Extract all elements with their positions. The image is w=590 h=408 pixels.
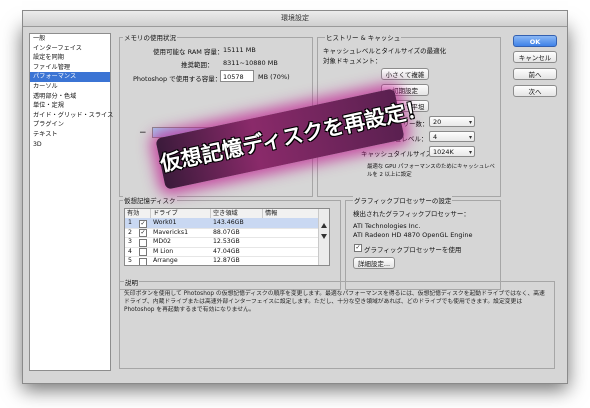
sidebar-item-cursors[interactable]: カーソル [30, 82, 110, 92]
ram-label: 使用可能な RAM 容量： [153, 48, 224, 56]
enable-checkbox[interactable] [139, 248, 147, 256]
column-header-info: 情報 [263, 209, 319, 218]
gpu-settings-title: グラフィックプロセッサーの設定 [353, 195, 453, 205]
drive-name: M Lion [153, 247, 174, 255]
gpu-note-line1: 最適な GPU パフォーマンスのためにキャッシュレベ [367, 164, 495, 170]
sidebar-item-plugins[interactable]: プラグイン [30, 120, 110, 130]
cache-optimize-label: キャッシュレベルとタイルサイズの最適化 [323, 47, 447, 55]
use-amount-input[interactable]: 10578 [220, 70, 254, 82]
cache-levels-value: 4 [433, 133, 438, 141]
chevron-down-icon: ▾ [468, 149, 472, 156]
next-button[interactable]: 次へ [513, 85, 557, 97]
description-title: 説明 [124, 277, 139, 287]
sidebar-item-performance[interactable]: パフォーマンス [30, 72, 110, 82]
chevron-down-icon: ▾ [468, 134, 472, 141]
history-cache-title: ヒストリー & キャッシュ [325, 32, 402, 42]
memory-usage-title: メモリの使用状況 [123, 32, 177, 42]
free-space: 88.07GB [213, 228, 240, 236]
gpu-detected-label: 検出されたグラフィックプロセッサー： [353, 210, 470, 218]
range-value: 8311~10880 MB [223, 59, 278, 67]
slider-minus: − [139, 128, 147, 138]
cancel-button[interactable]: キャンセル [513, 51, 557, 63]
move-up-arrow-icon[interactable] [321, 223, 327, 228]
scratch-disk-table: 有効 ドライブ 空き領域 情報 1 ✓ Work01 143.46GB 2 ✓ … [124, 208, 330, 266]
sidebar-item-type[interactable]: テキスト [30, 130, 110, 140]
description-text: 矢印ボタンを使用して Photoshop の仮想記憶ディスクの順序を変更します。… [124, 291, 545, 313]
cache-tile-size-select[interactable]: 1024K ▾ [429, 146, 475, 157]
row-number: 5 [128, 257, 132, 264]
use-gpu-checkbox[interactable]: ✓ [354, 244, 362, 252]
column-header-free-space: 空き領域 [211, 209, 263, 218]
table-scrollbar[interactable] [318, 209, 329, 265]
drive-name: Work01 [153, 219, 177, 226]
free-space: 12.53GB [213, 238, 240, 245]
enable-checkbox[interactable] [139, 257, 147, 265]
move-down-arrow-icon[interactable] [321, 234, 327, 239]
enable-checkbox[interactable]: ✓ [139, 229, 147, 237]
drive-name: Mavericks1 [153, 228, 189, 236]
sidebar-item-sync[interactable]: 設定を同期 [30, 53, 110, 63]
free-space: 12.87GB [213, 257, 240, 264]
gpu-note-line2: ルを 2 以上に設定 [367, 172, 412, 178]
column-header-enabled: 有効 [125, 209, 151, 218]
use-amount-unit: MB (70%) [258, 73, 290, 81]
scratch-disks-title: 仮想記憶ディスク [123, 195, 177, 205]
chevron-down-icon: ▾ [468, 119, 472, 126]
history-states-select[interactable]: 20 ▾ [429, 116, 475, 127]
sidebar-item-general[interactable]: 一般 [30, 34, 110, 44]
enable-checkbox[interactable] [139, 238, 147, 247]
description-group: 説明 矢印ボタンを使用して Photoshop の仮想記憶ディスクの順序を変更し… [119, 277, 555, 369]
advanced-settings-button[interactable]: 詳細設定... [353, 257, 395, 269]
category-list: 一般 インターフェイス 設定を同期 ファイル管理 パフォーマンス カーソル 透明… [29, 33, 113, 371]
free-space: 47.04GB [213, 247, 240, 255]
use-gpu-label: グラフィックプロセッサーを使用 [364, 246, 462, 254]
preferences-window: 環境設定 一般 インターフェイス 設定を同期 ファイル管理 パフォーマンス カー… [22, 10, 568, 384]
sidebar-item-interface[interactable]: インターフェイス [30, 44, 110, 54]
row-number: 3 [128, 238, 132, 245]
range-label: 推奨範囲： [181, 61, 214, 69]
sidebar-item-3d[interactable]: 3D [30, 140, 110, 150]
free-space: 143.46GB [213, 219, 244, 226]
column-header-drive: ドライブ [151, 209, 211, 218]
drive-name: MD02 [153, 238, 171, 245]
title-bar: 環境設定 [23, 11, 567, 27]
row-number: 1 [128, 219, 132, 226]
enable-checkbox[interactable]: ✓ [139, 219, 147, 228]
row-number: 4 [128, 247, 132, 255]
prev-button[interactable]: 前へ [513, 68, 557, 80]
ok-button[interactable]: OK [513, 35, 557, 47]
window-title: 環境設定 [281, 14, 309, 22]
ram-value: 15111 MB [223, 46, 256, 54]
sidebar-item-units[interactable]: 単位・定規 [30, 101, 110, 111]
cache-tile-size-value: 1024K [433, 148, 454, 156]
small-complex-button[interactable]: 小さくて複雑 [381, 68, 429, 80]
cache-tile-size-label: キャッシュタイルサイズ： [361, 150, 439, 158]
history-states-value: 20 [433, 118, 442, 126]
sidebar-item-guides[interactable]: ガイド・グリッド・スライス [30, 111, 113, 121]
target-document-label: 対象ドキュメント： [323, 57, 382, 65]
row-number: 2 [128, 228, 132, 236]
table-row[interactable]: 5 Arrange 12.87GB [125, 256, 319, 265]
gpu-vendor: ATI Technologies Inc. [353, 222, 421, 230]
cache-levels-select[interactable]: 4 ▾ [429, 131, 475, 142]
sidebar-item-file-handling[interactable]: ファイル管理 [30, 63, 110, 73]
use-amount-label: Photoshop で使用する容量： [133, 75, 222, 83]
sidebar-item-transparency[interactable]: 透明部分・色域 [30, 92, 110, 102]
gpu-renderer: ATI Radeon HD 4870 OpenGL Engine [353, 231, 473, 239]
drive-name: Arrange [153, 257, 178, 264]
